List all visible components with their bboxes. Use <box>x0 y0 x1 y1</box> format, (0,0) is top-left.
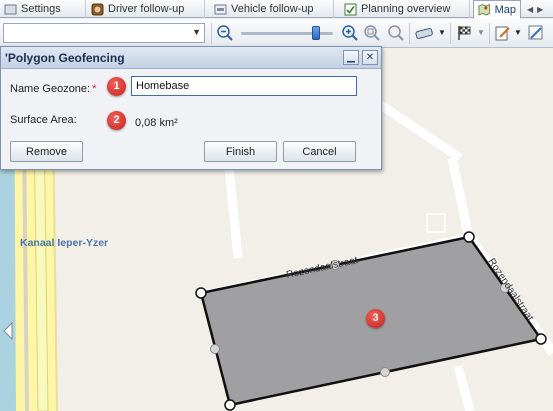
tab-label: Planning overview <box>361 3 451 15</box>
map-icon <box>478 3 491 16</box>
chevron-down-icon[interactable]: ▼ <box>477 28 485 37</box>
tab-scroll-left-icon[interactable]: ◀ <box>527 5 533 14</box>
required-marker: * <box>92 83 97 95</box>
callout-badge-1: 1 <box>107 77 126 96</box>
layers-icon[interactable] <box>527 24 545 42</box>
toolbar-separator <box>489 23 490 44</box>
tab-vehicle-follow-up[interactable]: Vehicle follow-up <box>210 0 334 18</box>
tab-label: Settings <box>21 3 61 15</box>
callout-badge-3: 3 <box>366 309 385 328</box>
polygon-vertex <box>224 399 236 411</box>
callout-badge-2: 2 <box>107 111 126 130</box>
close-button[interactable]: ✕ <box>362 50 378 65</box>
address-search-combo[interactable]: ▼ <box>3 23 205 43</box>
toolbar-separator <box>450 23 451 44</box>
zoom-slider-thumb[interactable] <box>311 26 320 40</box>
zoom-slider[interactable] <box>241 26 333 40</box>
tab-map[interactable]: Map <box>473 0 521 19</box>
toolbar-separator <box>211 23 212 44</box>
tab-bar: Settings Driver follow-up Vehicle follow… <box>0 0 553 19</box>
dialog-titlebar[interactable]: 'Polygon Geofencing ▁ ✕ <box>1 47 381 69</box>
polygon-midpoint <box>210 344 220 354</box>
polygon-geofencing-dialog: 'Polygon Geofencing ▁ ✕ Name Geozone: * 1… <box>0 46 382 170</box>
tab-label: Driver follow-up <box>108 3 185 15</box>
tab-driver-follow-up[interactable]: Driver follow-up <box>87 0 205 18</box>
tab-scroll-arrows[interactable]: ◀ ▶ <box>523 0 553 18</box>
chevron-down-icon[interactable]: ▼ <box>192 27 201 37</box>
zoom-in-icon[interactable] <box>341 24 359 42</box>
zoom-fit-icon[interactable] <box>387 24 405 42</box>
remove-button[interactable]: Remove <box>10 141 83 162</box>
tab-settings[interactable]: Settings <box>0 0 86 18</box>
checkered-flag-icon[interactable] <box>456 24 474 42</box>
name-geozone-input[interactable] <box>131 76 357 96</box>
tab-label: Map <box>494 3 516 16</box>
cancel-button[interactable]: Cancel <box>283 141 356 162</box>
finish-button[interactable]: Finish <box>204 141 277 162</box>
polygon-vertex <box>535 333 547 345</box>
tab-planning-overview[interactable]: Planning overview <box>340 0 470 18</box>
edit-geozone-icon[interactable] <box>494 24 512 42</box>
polygon-midpoint <box>380 367 390 377</box>
canal-label: Kanaal Ieper-Yzer <box>20 237 108 249</box>
polygon-vertex <box>463 231 475 243</box>
tab-scroll-right-icon[interactable]: ▶ <box>537 5 543 14</box>
settings-icon <box>4 4 17 14</box>
map-toolbar: ▼ ▼ ▼ ▼ <box>0 19 553 48</box>
toolbar-separator <box>409 23 410 44</box>
minimize-button[interactable]: ▁ <box>343 50 359 65</box>
planning-icon <box>344 3 357 15</box>
name-geozone-label-text: Name Geozone: <box>10 83 91 95</box>
vehicle-filter-icon[interactable] <box>414 24 436 42</box>
driver-icon <box>91 3 104 15</box>
dialog-title: 'Polygon Geofencing <box>5 51 125 65</box>
zoom-area-icon[interactable] <box>363 24 381 42</box>
name-geozone-label: Name Geozone: * <box>10 83 96 95</box>
chevron-down-icon[interactable]: ▼ <box>514 28 522 37</box>
tab-label: Vehicle follow-up <box>231 3 314 15</box>
surface-area-label: Surface Area: <box>10 114 77 126</box>
vehicle-icon <box>214 4 227 14</box>
surface-area-value: 0,08 km² <box>135 117 178 129</box>
chevron-down-icon[interactable]: ▼ <box>438 28 446 37</box>
zoom-out-icon[interactable] <box>216 24 234 42</box>
polygon-vertex <box>195 287 207 299</box>
